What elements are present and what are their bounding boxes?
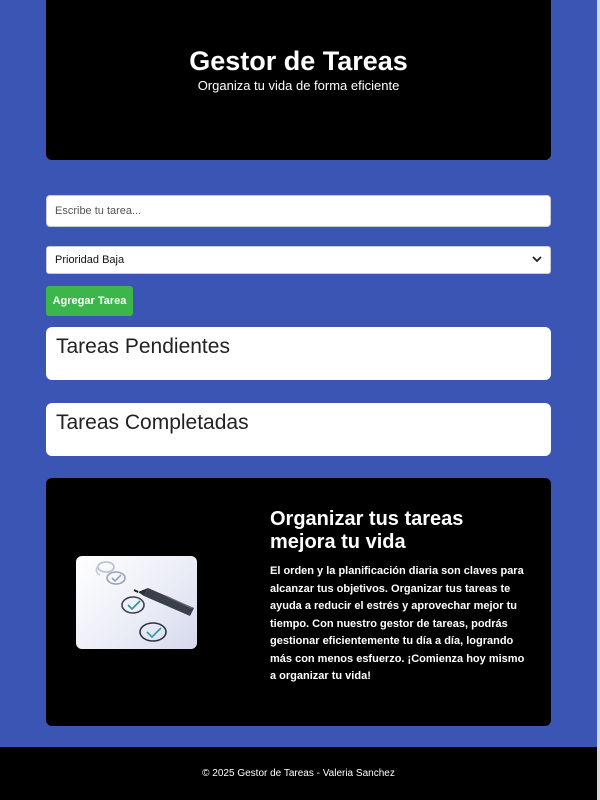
footer-text: © 2025 Gestor de Tareas - Valeria Sanche… (202, 768, 395, 779)
pending-tasks-title: Tareas Pendientes (56, 335, 230, 358)
page-title: Gestor de Tareas (189, 46, 408, 76)
priority-selected-value: Prioridad Baja (55, 254, 125, 266)
completed-tasks-title: Tareas Completadas (56, 411, 249, 434)
page-header: Gestor de Tareas Organiza tu vida de for… (46, 0, 551, 160)
page-subtitle: Organiza tu vida de forma eficiente (197, 78, 400, 93)
chevron-down-icon (532, 255, 542, 266)
task-input[interactable] (46, 195, 551, 227)
checklist-pen-image (76, 556, 197, 649)
add-task-button[interactable]: Agregar Tarea (46, 286, 133, 316)
pending-tasks-section: Tareas Pendientes (46, 327, 551, 380)
completed-tasks-section: Tareas Completadas (46, 403, 551, 456)
promo-title: Organizar tus tareas mejora tu vida (270, 508, 464, 553)
promo-card: Organizar tus tareas mejora tu vida El o… (46, 478, 551, 726)
page-footer: © 2025 Gestor de Tareas - Valeria Sanche… (0, 747, 597, 800)
priority-select[interactable]: Prioridad Baja (46, 246, 551, 274)
promo-text: El orden y la planificación diaria son c… (270, 565, 525, 682)
